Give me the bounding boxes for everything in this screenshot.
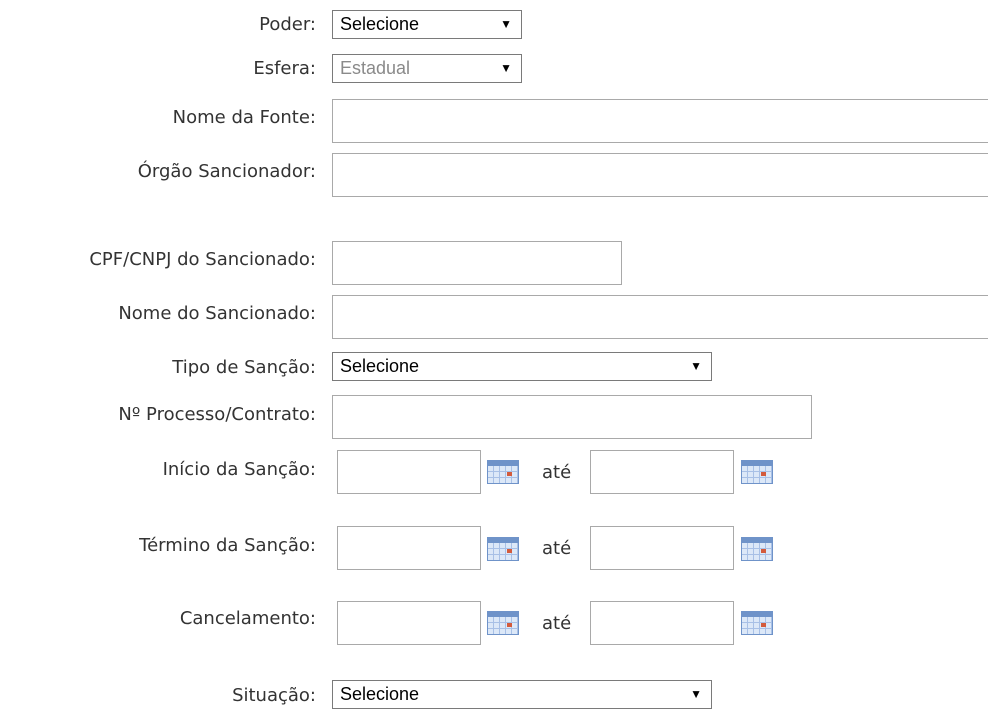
tipo-sancao-select[interactable]: Selecione ▼ xyxy=(332,352,712,381)
situacao-selected-value: Selecione xyxy=(340,684,420,704)
chevron-down-icon: ▼ xyxy=(500,17,512,31)
nome-fonte-input[interactable] xyxy=(332,99,988,143)
chevron-down-icon: ▼ xyxy=(500,61,512,75)
range-separator: até xyxy=(542,538,572,559)
range-separator: até xyxy=(542,613,572,634)
esfera-selected-value: Estadual xyxy=(340,58,411,78)
inicio-sancao-label: Início da Sanção: xyxy=(162,459,316,480)
range-separator: até xyxy=(542,462,572,483)
processo-contrato-label: Nº Processo/Contrato: xyxy=(118,404,316,425)
termino-sancao-de-input[interactable] xyxy=(337,526,481,570)
situacao-label: Situação: xyxy=(232,685,316,706)
calendar-icon[interactable] xyxy=(487,537,519,561)
calendar-icon[interactable] xyxy=(741,537,773,561)
poder-selected-value: Selecione xyxy=(340,14,420,34)
nome-sancionado-input[interactable] xyxy=(332,295,988,339)
calendar-icon[interactable] xyxy=(487,611,519,635)
nome-sancionado-label: Nome do Sancionado: xyxy=(118,303,316,324)
cancelamento-ate-input[interactable] xyxy=(590,601,734,645)
inicio-sancao-de-input[interactable] xyxy=(337,450,481,494)
calendar-icon[interactable] xyxy=(741,460,773,484)
esfera-label: Esfera: xyxy=(253,58,316,79)
situacao-select[interactable]: Selecione ▼ xyxy=(332,680,712,709)
nome-fonte-label: Nome da Fonte: xyxy=(172,107,316,128)
termino-sancao-ate-input[interactable] xyxy=(590,526,734,570)
orgao-sancionador-input[interactable] xyxy=(332,153,988,197)
inicio-sancao-ate-input[interactable] xyxy=(590,450,734,494)
poder-select[interactable]: Selecione ▼ xyxy=(332,10,522,39)
orgao-sancionador-label: Órgão Sancionador: xyxy=(137,161,316,182)
cpf-cnpj-input[interactable] xyxy=(332,241,622,285)
cpf-cnpj-label: CPF/CNPJ do Sancionado: xyxy=(89,249,316,270)
termino-sancao-label: Término da Sanção: xyxy=(139,535,316,556)
cancelamento-label: Cancelamento: xyxy=(179,608,316,629)
cancelamento-de-input[interactable] xyxy=(337,601,481,645)
tipo-sancao-label: Tipo de Sanção: xyxy=(172,357,316,378)
processo-contrato-input[interactable] xyxy=(332,395,812,439)
tipo-sancao-selected-value: Selecione xyxy=(340,356,420,376)
chevron-down-icon: ▼ xyxy=(690,359,702,373)
calendar-icon[interactable] xyxy=(487,460,519,484)
esfera-select[interactable]: Estadual ▼ xyxy=(332,54,522,83)
calendar-icon[interactable] xyxy=(741,611,773,635)
poder-label: Poder: xyxy=(259,14,316,35)
chevron-down-icon: ▼ xyxy=(690,687,702,701)
